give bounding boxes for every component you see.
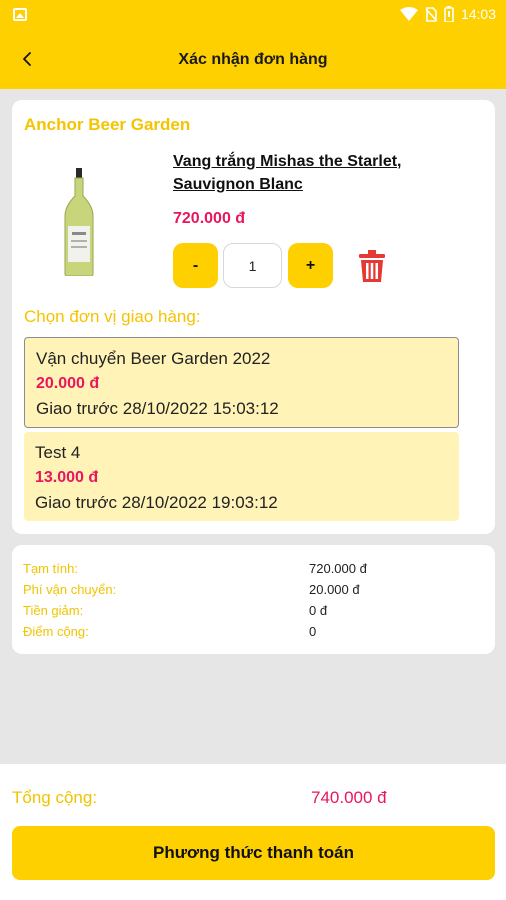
- shipping-option-time: Giao trước 28/10/2022 15:03:12: [36, 399, 279, 418]
- image-icon: [13, 8, 27, 21]
- trash-icon[interactable]: [358, 250, 386, 282]
- product-price: 720.000 đ: [173, 210, 246, 227]
- shipping-option-name: Vận chuyển Beer Garden 2022: [36, 349, 271, 368]
- summary-label: Tiền giảm:: [23, 603, 84, 618]
- total-label: Tổng cộng:: [12, 788, 98, 807]
- store-name[interactable]: Anchor Beer Garden: [24, 115, 190, 135]
- battery-icon: [444, 6, 454, 22]
- page-title: Xác nhận đơn hàng: [178, 51, 328, 68]
- shipping-section-label: Chọn đơn vị giao hàng:: [24, 307, 201, 326]
- product-name[interactable]: Vang trắng Mishas the Starlet, Sauvignon…: [173, 150, 473, 196]
- summary-label: Tạm tính:: [23, 561, 78, 576]
- shipping-option[interactable]: Test 4 13.000 đ Giao trước 28/10/2022 19…: [24, 432, 459, 521]
- summary-label: Phí vận chuyển:: [23, 582, 117, 597]
- no-sim-icon: [425, 6, 437, 22]
- summary-value: 0: [309, 624, 317, 639]
- checkout-footer: Tổng cộng: 740.000 đ Phương thức thanh t…: [0, 764, 506, 900]
- wine-bottle-icon[interactable]: [62, 168, 96, 276]
- shipping-option-time: Giao trước 28/10/2022 19:03:12: [35, 493, 278, 512]
- wifi-icon: [399, 7, 418, 21]
- status-icons: 14:03: [399, 6, 496, 22]
- shipping-option[interactable]: Vận chuyển Beer Garden 2022 20.000 đ Gia…: [24, 337, 459, 428]
- decrease-quantity-button[interactable]: -: [173, 243, 218, 288]
- order-summary-card: Tạm tính: 720.000 đ Phí vận chuyển: 20.0…: [12, 545, 495, 654]
- status-time: 14:03: [460, 6, 496, 22]
- status-bar: 14:03: [0, 0, 506, 30]
- shipping-option-name: Test 4: [35, 443, 81, 462]
- summary-value: 0 đ: [309, 603, 328, 618]
- summary-value: 20.000 đ: [309, 582, 360, 597]
- shipping-option-price: 13.000 đ: [35, 469, 99, 486]
- summary-value: 720.000 đ: [309, 561, 367, 576]
- app-header: Xác nhận đơn hàng: [0, 30, 506, 89]
- increase-quantity-button[interactable]: +: [288, 243, 333, 288]
- shipping-option-price: 20.000 đ: [36, 375, 100, 392]
- summary-label: Điểm cộng:: [23, 624, 89, 639]
- quantity-field[interactable]: 1: [223, 243, 282, 288]
- total-value: 740.000 đ: [311, 788, 387, 807]
- order-card: Anchor Beer Garden Vang trắng Mishas the…: [12, 100, 495, 534]
- payment-method-button[interactable]: Phương thức thanh toán: [12, 826, 495, 880]
